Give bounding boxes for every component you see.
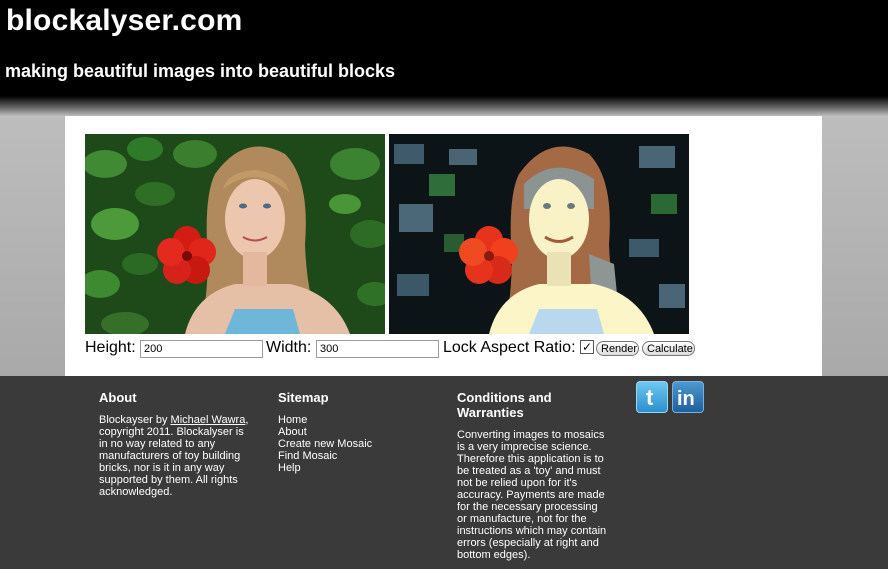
height-label: Height: — [85, 339, 136, 356]
sitemap-heading: Sitemap — [278, 390, 329, 405]
mosaic-image — [389, 134, 689, 334]
footer-conditions: Conditions and Warranties Converting ima… — [457, 390, 607, 561]
sitemap-link-create-mosaic[interactable]: Create new Mosaic — [278, 438, 372, 450]
lock-aspect-checkbox[interactable]: ✓ — [580, 340, 594, 354]
conditions-text: Converting images to mosaics is a very i… — [457, 429, 607, 561]
about-text: Blockayser by Michael Wawra, copyright 2… — [99, 414, 254, 498]
original-image — [85, 134, 385, 334]
twitter-icon[interactable]: t — [636, 381, 668, 413]
about-suffix: , copyright 2011. Blockalyser is in no w… — [99, 414, 249, 498]
width-label: Width: — [266, 339, 312, 356]
site-title[interactable]: blockalyser.com — [6, 4, 242, 38]
calculate-button[interactable]: Calculate — [642, 341, 695, 356]
site-tagline: making beautiful images into beautiful b… — [5, 61, 396, 81]
height-input[interactable] — [140, 340, 263, 358]
sitemap-link-find-mosaic[interactable]: Find Mosaic — [278, 450, 337, 462]
size-controls: Height: Width: Lock Aspect Ratio: ✓ Rend… — [85, 336, 805, 360]
about-prefix: Blockayser by — [99, 414, 171, 426]
linkedin-icon[interactable]: in — [672, 381, 704, 413]
footer-sitemap: Sitemap Home About Create new Mosaic Fin… — [278, 390, 408, 474]
width-input[interactable] — [316, 340, 439, 358]
conditions-heading: Conditions and Warranties — [457, 390, 552, 420]
render-button[interactable]: Render — [596, 341, 639, 356]
author-link[interactable]: Michael Wawra — [171, 414, 246, 426]
about-heading: About — [99, 390, 137, 405]
site-header: blockalyser.com making beautiful images … — [0, 0, 888, 116]
lock-aspect-label: Lock Aspect Ratio: — [443, 339, 576, 356]
sitemap-link-home[interactable]: Home — [278, 414, 307, 426]
sitemap-link-about[interactable]: About — [278, 426, 307, 438]
footer-about: About Blockayser by Michael Wawra, copyr… — [99, 390, 254, 498]
main-content: Height: Width: Lock Aspect Ratio: ✓ Rend… — [65, 116, 822, 376]
sitemap-link-help[interactable]: Help — [278, 462, 301, 474]
twitter-glyph: t — [646, 385, 654, 410]
linkedin-glyph: in — [677, 388, 695, 410]
site-footer: About Blockayser by Michael Wawra, copyr… — [0, 376, 888, 569]
sitemap-list: Home About Create new Mosaic Find Mosaic… — [278, 414, 408, 474]
